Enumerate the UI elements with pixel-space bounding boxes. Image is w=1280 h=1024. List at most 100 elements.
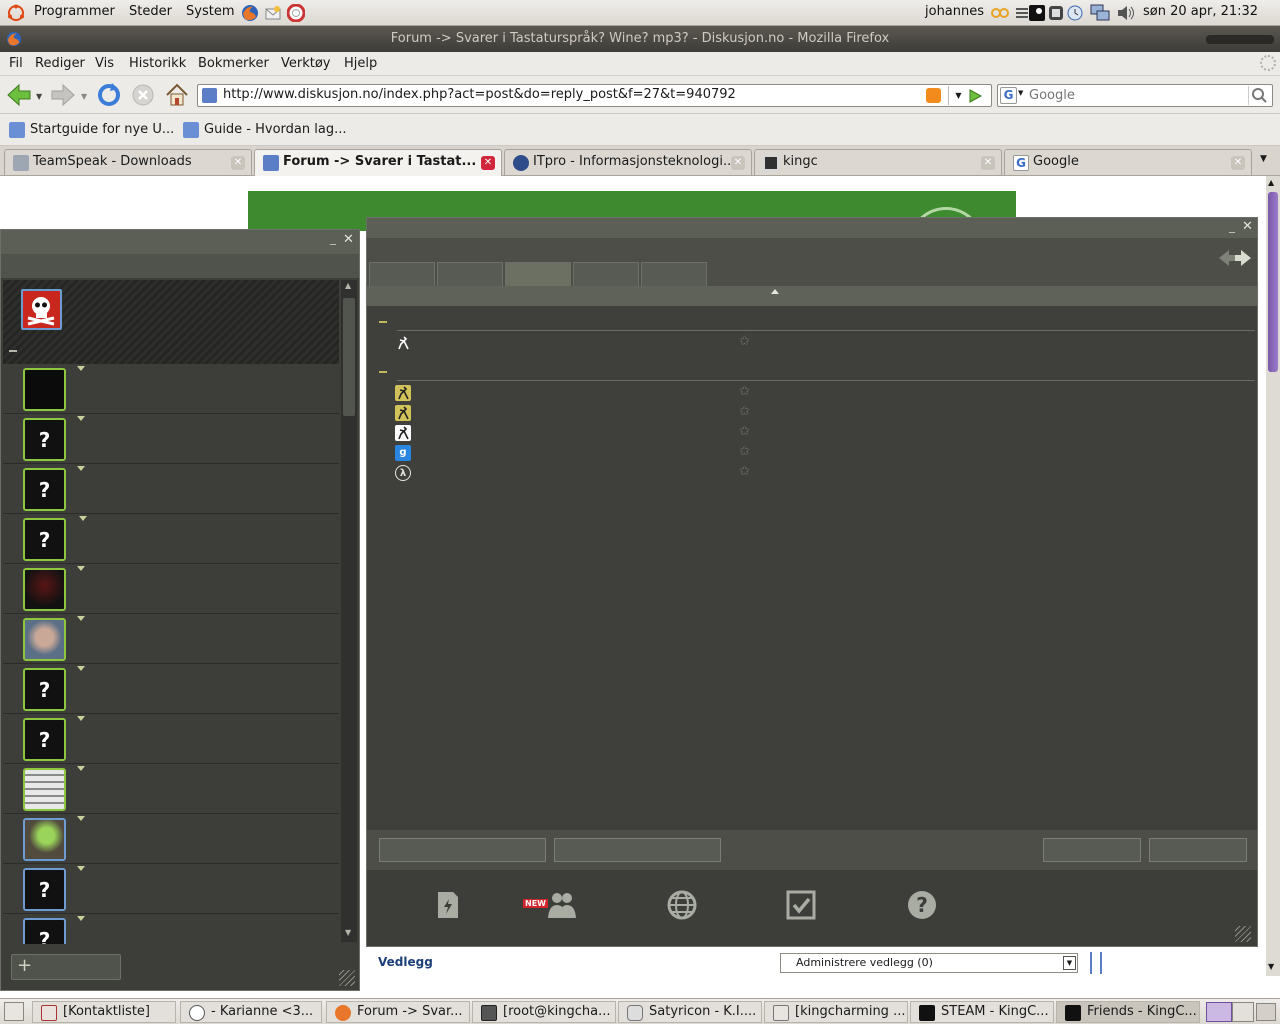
scroll-down-icon[interactable]: ▼ bbox=[1268, 962, 1274, 971]
evolution-launcher-icon[interactable] bbox=[263, 3, 283, 23]
forward-icon[interactable] bbox=[50, 83, 76, 111]
friend-avatar[interactable] bbox=[23, 568, 66, 611]
friend-avatar[interactable]: ? bbox=[23, 418, 66, 461]
scroll-up-icon[interactable]: ▲ bbox=[345, 281, 351, 290]
friend-menu-caret-icon[interactable] bbox=[77, 916, 85, 921]
friend-row[interactable]: ? bbox=[3, 664, 339, 714]
select-dropdown-icon[interactable]: ▼ bbox=[1063, 956, 1076, 970]
page-scroll-thumb[interactable] bbox=[1268, 192, 1278, 372]
tab-kingc[interactable]: kingc ✕ bbox=[754, 149, 1002, 175]
game-row[interactable]: ✩ bbox=[395, 383, 795, 403]
resize-grip-icon[interactable] bbox=[339, 970, 355, 986]
sort-ascending-icon[interactable] bbox=[771, 289, 779, 294]
friend-row[interactable]: ? bbox=[3, 464, 339, 514]
steam-tray-icon[interactable] bbox=[1027, 3, 1047, 23]
search-box[interactable]: G ▼ bbox=[997, 84, 1273, 107]
friend-row[interactable]: ? bbox=[3, 514, 339, 564]
task-terminal-kingcharming[interactable]: [kingcharming ... bbox=[764, 1001, 908, 1023]
favorite-star-icon[interactable]: ✩ bbox=[739, 334, 750, 349]
window-controls[interactable] bbox=[1206, 35, 1274, 44]
friend-menu-caret-icon[interactable] bbox=[77, 666, 85, 671]
back-dropdown-icon[interactable]: ▼ bbox=[36, 92, 42, 101]
menu-bokmerker[interactable]: Bokmerker bbox=[198, 56, 269, 71]
bookmark-guide[interactable]: Guide - Hvordan lag... bbox=[204, 122, 347, 137]
friend-menu-caret-icon[interactable] bbox=[77, 416, 85, 421]
scroll-down-icon[interactable]: ▼ bbox=[345, 928, 351, 937]
friend-row[interactable]: ? bbox=[3, 714, 339, 764]
friend-row[interactable]: ? bbox=[3, 414, 339, 464]
menu-verktoy[interactable]: Verktøy bbox=[281, 56, 331, 71]
friends-minimize-icon[interactable]: _ bbox=[330, 231, 336, 245]
search-input[interactable] bbox=[1029, 86, 1245, 105]
rss-feed-icon[interactable] bbox=[926, 88, 941, 103]
favorite-star-icon[interactable]: ✩ bbox=[739, 404, 750, 419]
workspace-1[interactable] bbox=[1206, 1002, 1232, 1022]
home-icon[interactable] bbox=[164, 82, 190, 112]
support-help-icon[interactable]: ? bbox=[905, 888, 939, 922]
friends-window-header[interactable]: _ ✕ bbox=[1, 230, 359, 254]
steam-footer-button-3[interactable] bbox=[1043, 838, 1141, 862]
friend-row[interactable]: ? bbox=[3, 914, 339, 944]
close-tab-icon[interactable]: ✕ bbox=[231, 156, 245, 170]
friend-menu-caret-icon[interactable] bbox=[79, 516, 87, 521]
task-karianne[interactable]: - Karianne <3... bbox=[180, 1001, 322, 1023]
task-kontaktliste[interactable]: [Kontaktliste] bbox=[32, 1001, 176, 1023]
settings-checkbox-icon[interactable] bbox=[784, 888, 818, 922]
steam-tab-2[interactable] bbox=[437, 262, 503, 286]
friend-menu-caret-icon[interactable] bbox=[77, 466, 85, 471]
clock[interactable]: søn 20 apr, 21:32 bbox=[1143, 4, 1258, 19]
url-bar[interactable]: http://www.diskusjon.no/index.php?act=po… bbox=[197, 84, 992, 107]
steam-close-icon[interactable]: ✕ bbox=[1242, 219, 1253, 234]
stop-icon[interactable] bbox=[131, 83, 155, 111]
group-collapse-icon[interactable] bbox=[9, 350, 17, 352]
steam-footer-button-1[interactable] bbox=[379, 838, 546, 862]
friend-menu-caret-icon[interactable] bbox=[77, 366, 85, 371]
volume-icon[interactable] bbox=[1116, 3, 1136, 23]
menu-historikk[interactable]: Historikk bbox=[129, 56, 186, 71]
steam-minimize-icon[interactable]: _ bbox=[1229, 219, 1235, 233]
game-row[interactable]: ✩ bbox=[395, 403, 795, 423]
friend-avatar[interactable]: ? bbox=[23, 468, 66, 511]
friend-menu-caret-icon[interactable] bbox=[77, 816, 85, 821]
workspace-2[interactable] bbox=[1232, 1002, 1254, 1022]
menu-fil[interactable]: Fil bbox=[9, 56, 23, 71]
user-name[interactable]: johannes bbox=[925, 4, 984, 19]
link-icon[interactable] bbox=[990, 3, 1010, 23]
friend-avatar[interactable]: ? bbox=[23, 868, 66, 911]
friend-avatar[interactable] bbox=[23, 368, 66, 411]
friend-row[interactable]: ? bbox=[3, 864, 339, 914]
window-titlebar[interactable]: Forum -> Svarer i Tastaturspråk? Wine? m… bbox=[0, 26, 1280, 52]
friend-avatar[interactable] bbox=[23, 818, 66, 861]
friend-avatar[interactable]: ? bbox=[23, 668, 66, 711]
back-forward-arrows-icon[interactable] bbox=[1217, 248, 1253, 272]
friend-menu-caret-icon[interactable] bbox=[77, 566, 85, 571]
engine-dropdown-icon[interactable]: ▼ bbox=[1018, 89, 1023, 97]
friend-row[interactable] bbox=[3, 564, 339, 614]
friend-menu-caret-icon[interactable] bbox=[77, 616, 85, 621]
task-terminal-root[interactable]: [root@kingcha... bbox=[472, 1001, 616, 1023]
show-desktop-icon[interactable] bbox=[4, 1002, 24, 1021]
tab-teamspeak[interactable]: TeamSpeak - Downloads ✕ bbox=[4, 149, 252, 175]
friend-row[interactable] bbox=[3, 364, 339, 414]
back-icon[interactable] bbox=[6, 83, 32, 111]
friends-scroll-thumb[interactable] bbox=[343, 298, 355, 416]
go-icon[interactable] bbox=[967, 88, 983, 108]
network-icon[interactable] bbox=[1090, 3, 1110, 23]
servers-globe-icon[interactable] bbox=[665, 888, 699, 922]
friend-row[interactable] bbox=[3, 764, 339, 814]
url-history-dropdown-icon[interactable]: ▼ bbox=[948, 86, 968, 105]
forward-dropdown-icon[interactable]: ▼ bbox=[81, 92, 87, 101]
game-row[interactable]: λ ✩ bbox=[395, 463, 795, 483]
friend-avatar[interactable]: ? bbox=[23, 718, 66, 761]
close-tab-icon[interactable]: ✕ bbox=[731, 156, 745, 170]
menu-rediger[interactable]: Rediger bbox=[35, 56, 85, 71]
tab-itpro[interactable]: ITpro - Informasjonsteknologi... ✕ bbox=[504, 149, 752, 175]
friend-menu-caret-icon[interactable] bbox=[77, 866, 85, 871]
news-icon[interactable] bbox=[431, 888, 465, 922]
ubuntu-logo-icon[interactable] bbox=[6, 3, 26, 23]
friend-menu-caret-icon[interactable] bbox=[77, 766, 85, 771]
favorite-star-icon[interactable]: ✩ bbox=[739, 464, 750, 479]
friend-avatar[interactable]: ? bbox=[23, 518, 66, 561]
steam-tab-5[interactable] bbox=[641, 262, 707, 286]
game-row[interactable]: ✩ bbox=[395, 333, 795, 353]
